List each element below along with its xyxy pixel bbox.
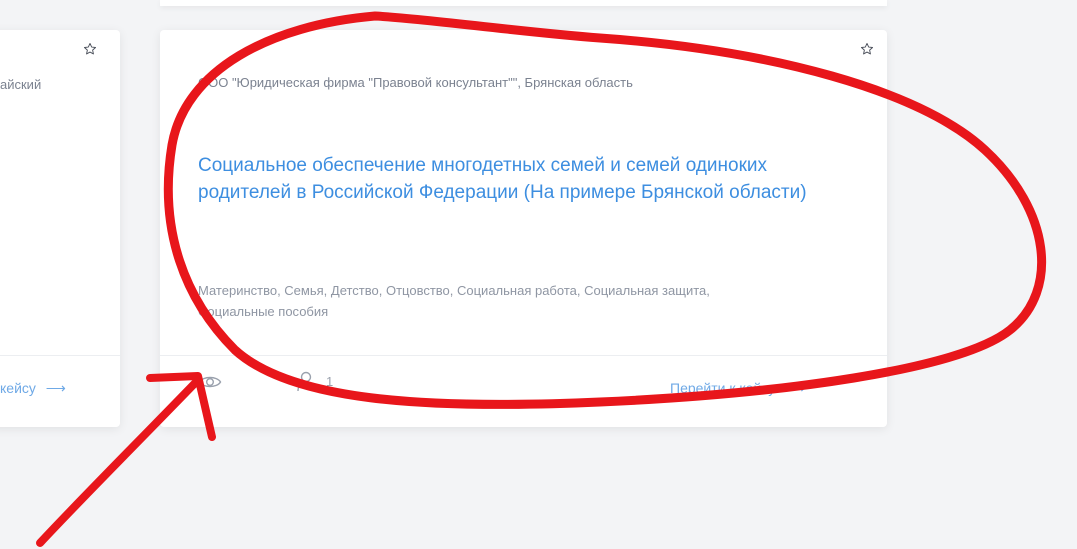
star-icon[interactable]: [860, 42, 874, 56]
goto-case-link[interactable]: кейсу ⟶: [0, 380, 66, 397]
star-icon[interactable]: [83, 42, 97, 56]
case-card[interactable]: ООО "Юридическая фирма "Правовой консуль…: [160, 30, 887, 427]
user-icon: [297, 371, 315, 392]
goto-case-label: Перейти к кейсу: [670, 380, 776, 396]
organization-label: ООО "Юридическая фирма "Правовой консуль…: [198, 75, 633, 90]
organization-label: айский: [0, 77, 42, 92]
card-divider: [160, 355, 887, 356]
eye-icon: [198, 376, 222, 388]
case-card-left[interactable]: айский кейсу ⟶: [0, 30, 120, 427]
case-title-link[interactable]: Социальное обеспечение многодетных семей…: [198, 152, 838, 206]
participants-counter: 1: [296, 370, 333, 392]
participants-count: 1: [326, 373, 334, 389]
case-tags: Материнство, Семья, Детство, Отцовство, …: [198, 283, 710, 319]
views-counter: [198, 374, 230, 390]
card-divider: [0, 355, 120, 356]
goto-case-link[interactable]: Перейти к кейсу ⟶: [670, 380, 805, 397]
previous-card-edge: [160, 0, 887, 6]
arrow-right-icon: ⟶: [45, 380, 66, 396]
goto-case-label: кейсу: [0, 380, 36, 396]
arrow-right-icon: ⟶: [785, 380, 806, 396]
